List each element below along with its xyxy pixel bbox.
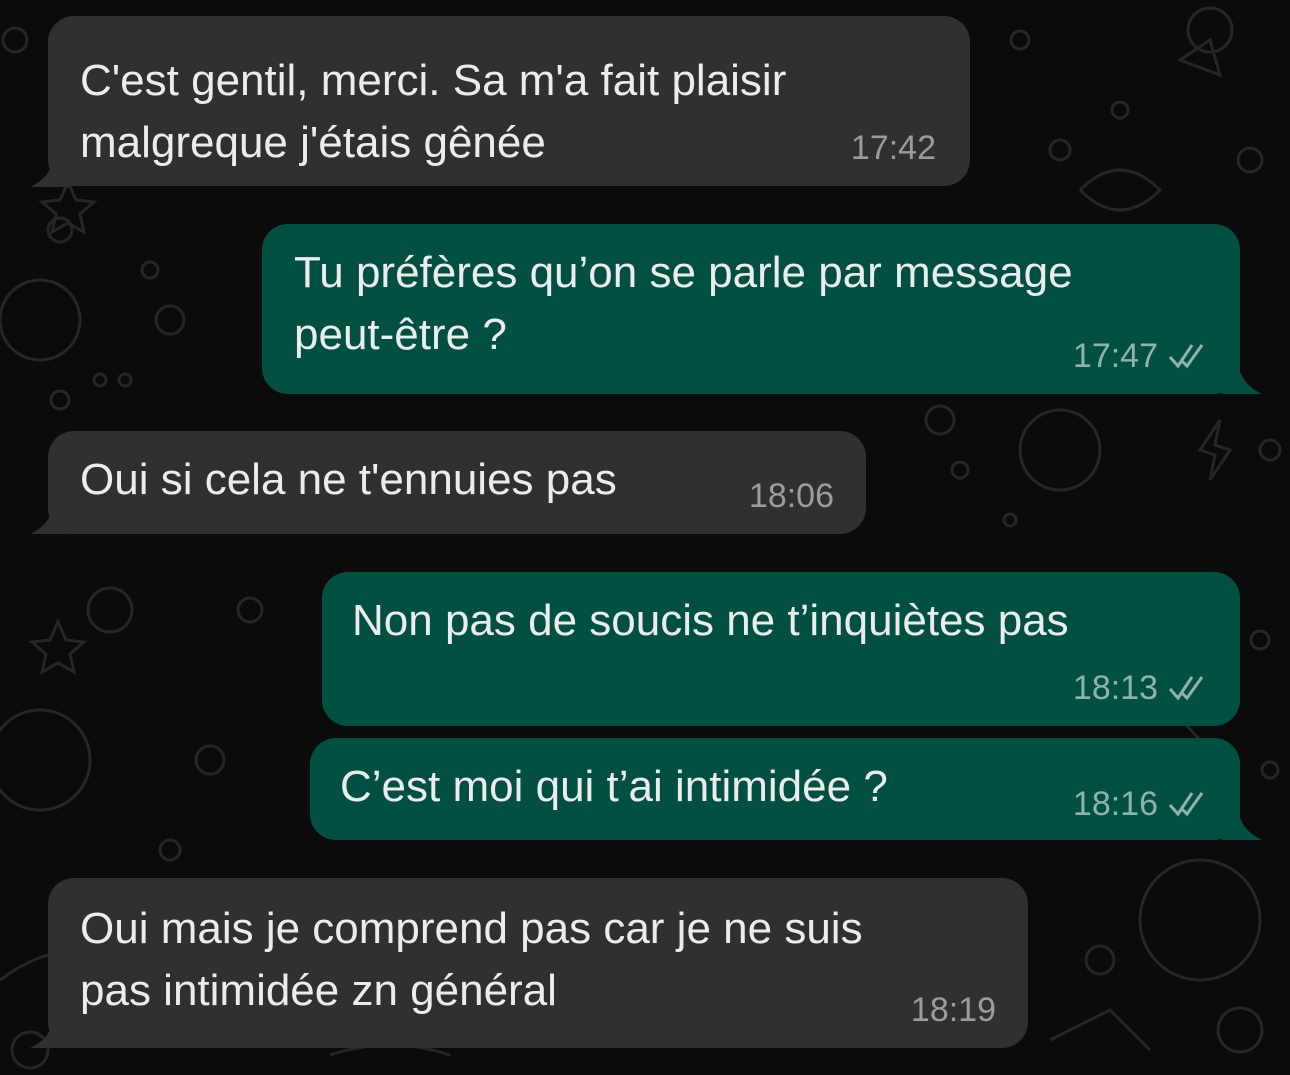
message-time: 18:16 <box>1072 785 1158 823</box>
message-text: Non pas de soucis ne t’inquiètes pas <box>352 596 1069 645</box>
message-meta: 18:16 <box>1073 784 1212 824</box>
message-meta: 18:06 <box>749 476 834 516</box>
message-bubble-outgoing[interactable]: Non pas de soucis ne t’inquiètes pas 18:… <box>322 572 1240 726</box>
message-bubble-incoming[interactable]: Oui si cela ne t'ennuies pas 18:06 <box>48 431 866 534</box>
message-time: 17:47 <box>1072 337 1158 375</box>
message-meta: 17:47 <box>1073 336 1212 376</box>
message-time: 18:13 <box>1072 669 1158 707</box>
message-text: Oui si cela ne t'ennuies pas <box>80 455 617 504</box>
message-meta: 18:13 <box>1073 668 1212 708</box>
message-bubble-outgoing[interactable]: C’est moi qui t’ai intimidée ? 18:16 <box>310 738 1240 840</box>
message-text: Oui mais je comprend pas car je ne suis … <box>80 904 863 1015</box>
message-text: C'est gentil, merci. Sa m'a fait plaisir… <box>80 56 787 167</box>
message-time: 18:19 <box>910 991 996 1029</box>
message-time: 18:06 <box>748 477 834 515</box>
message-text: Tu préfères qu’on se parle par message p… <box>294 248 1073 359</box>
message-time: 17:42 <box>850 129 936 167</box>
message-bubble-incoming[interactable]: Oui mais je comprend pas car je ne suis … <box>48 878 1028 1048</box>
double-check-icon <box>1168 344 1204 369</box>
double-check-icon <box>1168 676 1204 701</box>
double-check-icon <box>1168 792 1204 817</box>
message-meta: 18:19 <box>911 990 996 1030</box>
message-text: C’est moi qui t’ai intimidée ? <box>340 762 888 811</box>
message-meta: 17:42 <box>851 128 936 168</box>
message-bubble-outgoing[interactable]: Tu préfères qu’on se parle par message p… <box>262 224 1240 394</box>
message-bubble-incoming[interactable]: C'est gentil, merci. Sa m'a fait plaisir… <box>48 16 970 186</box>
